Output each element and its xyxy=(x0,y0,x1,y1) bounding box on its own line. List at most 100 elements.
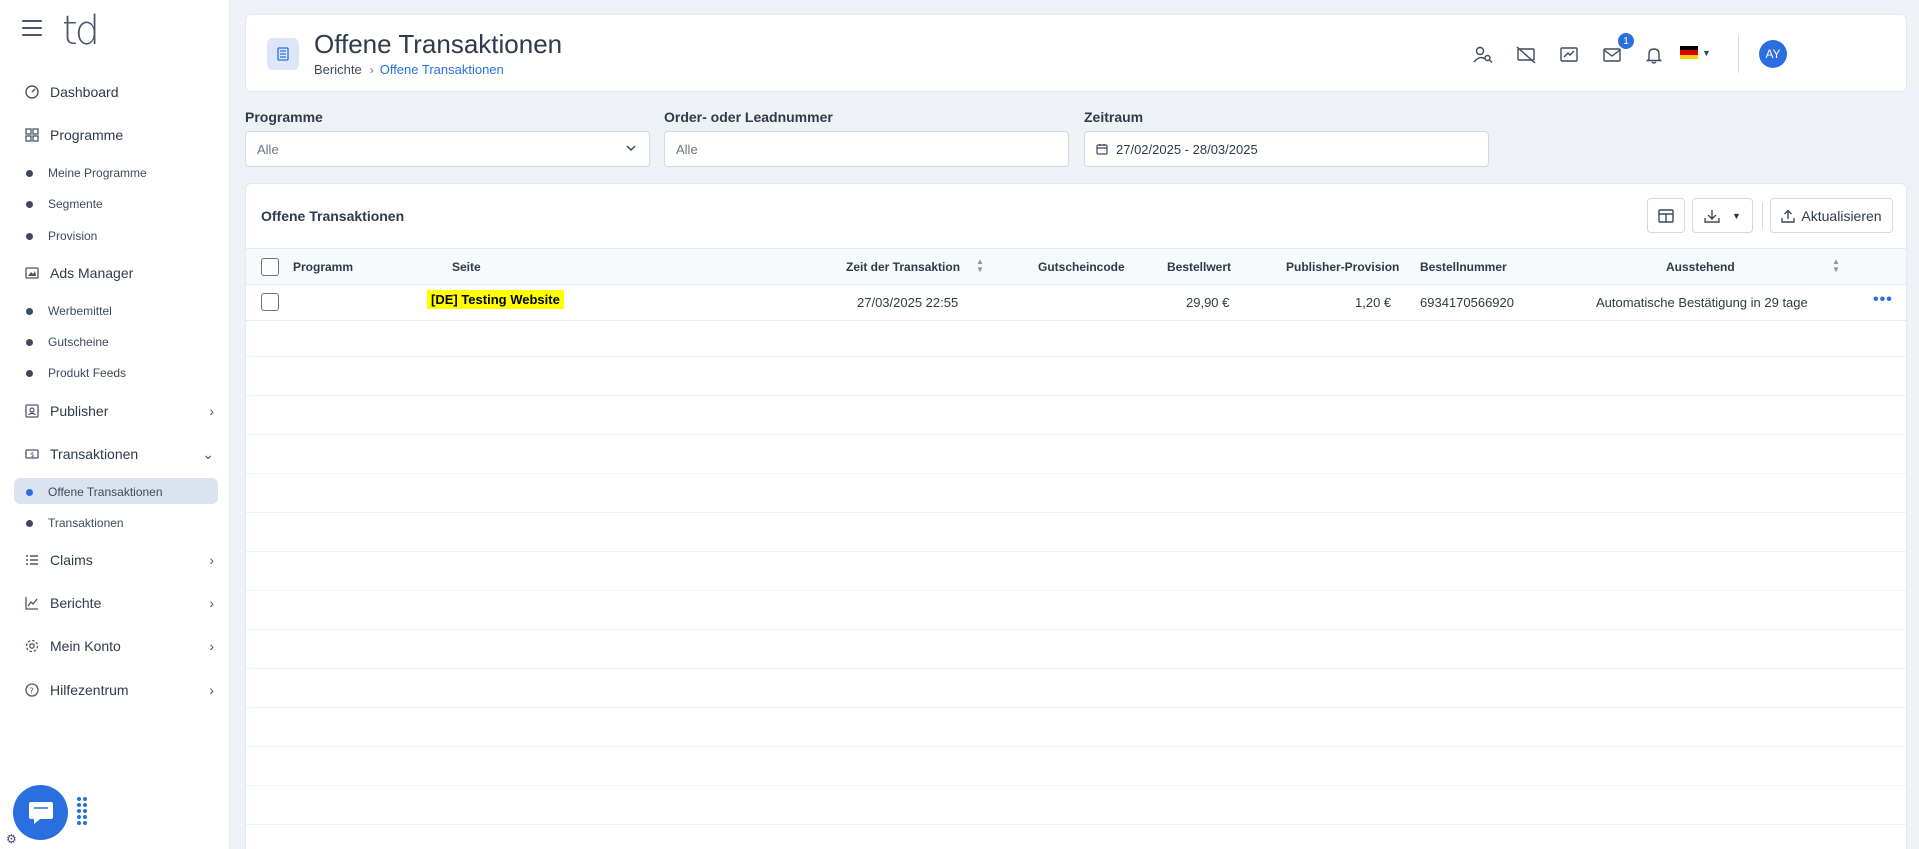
mail-badge: 1 xyxy=(1618,33,1634,49)
list-icon xyxy=(24,552,40,568)
filter-label-zeitraum: Zeitraum xyxy=(1084,109,1144,125)
sidebar-subitem-werbemittel[interactable]: Werbemittel xyxy=(26,304,112,318)
filter-label-order: Order- oder Leadnummer xyxy=(664,109,833,125)
column-header-provision[interactable]: Publisher-Provision xyxy=(1286,260,1399,274)
dashboard-icon xyxy=(24,84,40,100)
svg-text:$: $ xyxy=(30,451,34,459)
chevron-right-icon: › xyxy=(209,552,214,568)
sidebar-subitem-transaktionen[interactable]: Transaktionen xyxy=(26,516,124,530)
divider xyxy=(246,590,1906,591)
sidebar-subitem-produkt-feeds[interactable]: Produkt Feeds xyxy=(26,366,126,380)
row-checkbox[interactable] xyxy=(261,293,279,311)
sidebar-item-label: Berichte xyxy=(50,595,102,611)
chevron-right-icon: › xyxy=(209,595,214,611)
order-number-input[interactable]: Alle xyxy=(664,131,1069,167)
more-actions-icon[interactable]: ••• xyxy=(1873,291,1893,309)
column-header-bestellnummer[interactable]: Bestellnummer xyxy=(1420,260,1507,274)
sidebar-item-publisher[interactable]: Publisher › xyxy=(24,403,214,419)
column-header-zeit[interactable]: Zeit der Transaktion xyxy=(846,260,960,274)
column-header-bestellwert[interactable]: Bestellwert xyxy=(1167,260,1231,274)
refresh-button[interactable]: Aktualisieren xyxy=(1770,198,1893,233)
divider xyxy=(1762,202,1763,229)
filter-label-programme: Programme xyxy=(245,109,323,125)
divider xyxy=(246,824,1906,825)
column-header-programm[interactable]: Programm xyxy=(293,260,353,274)
sidebar-item-ads-manager[interactable]: Ads Manager xyxy=(24,265,214,281)
order-number-placeholder: Alle xyxy=(676,141,698,157)
programme-select[interactable]: Alle xyxy=(245,131,650,167)
sidebar-item-label: Mein Konto xyxy=(50,638,121,654)
sidebar-subitem-gutscheine[interactable]: Gutscheine xyxy=(26,335,109,349)
cell-zeit: 27/03/2025 22:55 xyxy=(857,295,959,310)
divider xyxy=(246,551,1906,552)
chevron-right-icon: › xyxy=(209,403,214,419)
chat-button[interactable] xyxy=(13,785,68,840)
hidden-screen-icon[interactable] xyxy=(1514,43,1538,67)
date-range-picker[interactable]: 27/02/2025 - 28/03/2025 xyxy=(1084,131,1489,167)
sidebar-item-hilfezentrum[interactable]: ? Hilfezentrum › xyxy=(24,682,214,698)
table-header: Programm Seite Zeit der Transaktion ▲ ▼ G… xyxy=(246,248,1906,285)
columns-button[interactable] xyxy=(1647,198,1685,233)
column-header-ausstehend[interactable]: Ausstehend xyxy=(1666,260,1735,274)
cell-bestellwert: 29,90 € xyxy=(1186,295,1230,310)
gear-icon xyxy=(24,638,40,654)
sidebar-item-label: Claims xyxy=(50,552,93,568)
menu-icon[interactable] xyxy=(22,20,42,38)
sidebar-subitem-provision[interactable]: Provision xyxy=(26,229,97,243)
cell-provision: 1,20 € xyxy=(1355,295,1392,310)
sidebar-item-label: Hilfezentrum xyxy=(50,682,129,698)
breadcrumb-item-berichte[interactable]: Berichte xyxy=(314,62,362,77)
grid-icon xyxy=(24,127,40,143)
export-button[interactable]: ▼ xyxy=(1692,198,1753,233)
sidebar-item-dashboard[interactable]: Dashboard xyxy=(24,84,214,100)
sort-icon[interactable]: ▲ ▼ xyxy=(1832,258,1840,274)
sidebar-item-label: Programme xyxy=(50,127,124,143)
calendar-icon xyxy=(1096,143,1108,155)
site-name-highlight[interactable]: [DE] Testing Website xyxy=(427,290,564,309)
logo[interactable]: td xyxy=(62,8,100,54)
cell-ausstehend: Automatische Bestätigung in 29 tage xyxy=(1596,295,1808,310)
sidebar-subitem-segmente[interactable]: Segmente xyxy=(26,197,103,211)
sort-icon[interactable]: ▲ ▼ xyxy=(976,258,984,274)
sidebar-item-label: Dashboard xyxy=(50,84,119,100)
sidebar-item-label: Publisher xyxy=(50,403,109,419)
divider xyxy=(246,707,1906,708)
date-range-value: 27/02/2025 - 28/03/2025 xyxy=(1116,141,1258,157)
download-icon xyxy=(1704,209,1720,223)
sidebar-item-mein-konto[interactable]: Mein Konto › xyxy=(24,638,214,654)
columns-icon xyxy=(1658,208,1674,223)
column-header-seite[interactable]: Seite xyxy=(452,260,481,274)
presentation-chart-icon[interactable] xyxy=(1557,43,1581,67)
divider xyxy=(246,629,1906,630)
divider xyxy=(246,512,1906,513)
caret-down-icon[interactable]: ▼ xyxy=(1702,48,1711,58)
image-icon xyxy=(24,265,40,281)
select-all-checkbox[interactable] xyxy=(261,258,279,276)
breadcrumb-item-current[interactable]: Offene Transaktionen xyxy=(380,62,504,77)
drag-handle[interactable] xyxy=(76,796,88,826)
cell-seite: [DE] Testing Website xyxy=(427,290,564,309)
chevron-right-icon: › xyxy=(209,638,214,654)
column-header-gutscheincode[interactable]: Gutscheincode xyxy=(1038,260,1125,274)
avatar[interactable]: AY xyxy=(1759,40,1787,68)
user-search-icon[interactable] xyxy=(1471,43,1495,67)
table-row[interactable]: [DE] Testing Website 27/03/2025 22:55 29… xyxy=(246,285,1906,321)
chevron-down-icon: ⌄ xyxy=(202,445,214,462)
divider xyxy=(1738,35,1739,73)
page-header: Offene Transaktionen Berichte › Offene T… xyxy=(245,14,1907,92)
breadcrumb: Berichte › Offene Transaktionen xyxy=(314,62,504,77)
chevron-down-icon xyxy=(625,142,637,157)
sidebar-item-claims[interactable]: Claims › xyxy=(24,552,214,568)
german-flag-icon[interactable] xyxy=(1680,46,1698,59)
sidebar-subitem-offene-transaktionen[interactable]: Offene Transaktionen xyxy=(26,485,163,499)
sidebar-subitem-meine-programme[interactable]: Meine Programme xyxy=(26,166,147,180)
divider xyxy=(246,395,1906,396)
divider xyxy=(246,746,1906,747)
sidebar-item-berichte[interactable]: Berichte › xyxy=(24,595,214,611)
mail-icon[interactable]: 1 xyxy=(1600,33,1634,67)
bell-icon[interactable] xyxy=(1642,43,1666,67)
sidebar-item-programme[interactable]: Programme xyxy=(24,127,214,143)
divider xyxy=(246,473,1906,474)
sidebar-item-transaktionen[interactable]: $ Transaktionen ⌄ xyxy=(24,446,214,462)
cookie-icon[interactable]: ⚙ xyxy=(6,832,17,846)
